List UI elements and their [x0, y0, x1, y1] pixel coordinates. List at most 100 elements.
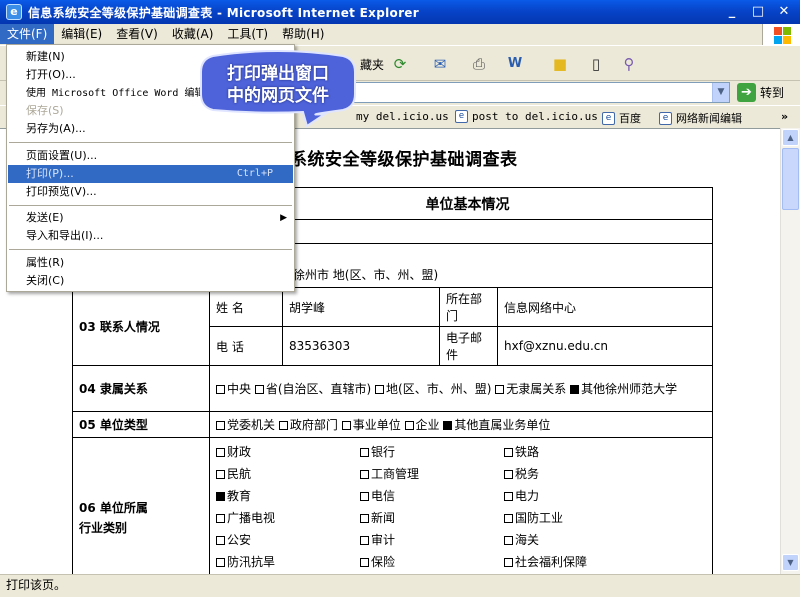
print-icon[interactable]: ⎙ [467, 52, 491, 76]
industry-option: 铁路 [504, 443, 648, 460]
affiliation-option: 其他徐州师范大学 [570, 382, 677, 396]
menu-separator [9, 142, 292, 143]
status-bar: 打印该页。 [0, 574, 800, 597]
go-label: 转到 [760, 86, 785, 100]
maximize-button[interactable]: □ [748, 3, 768, 21]
checkbox-icon [360, 558, 369, 567]
minimize-button[interactable]: _ [722, 3, 742, 21]
industry-option: 教育 [216, 487, 360, 504]
windows-logo-icon [762, 24, 800, 46]
affiliation-options: 中央 省(自治区、直辖市) 地(区、市、州、盟) 无隶属关系 其他徐州师范大学 [208, 365, 714, 412]
checkbox-icon [504, 448, 513, 457]
checkbox-icon [504, 558, 513, 567]
address-dropdown-icon[interactable]: ▼ [712, 83, 729, 102]
industry-options: 财政 银行 铁路 民航 工商管理 税务 教育 电信 电力 广播电视 新闻 国防工… [208, 437, 714, 574]
checkbox-icon [495, 384, 505, 394]
menu-item-send[interactable]: 发送(E) ▶ [8, 209, 293, 227]
unit-type-option: 党委机关 [216, 418, 275, 432]
checkbox-icon [504, 470, 513, 479]
page-icon: e [455, 110, 468, 123]
callout-text: 打印弹出窗口 中的网页文件 [227, 64, 329, 106]
menu-item-print[interactable]: 打印(P)... Ctrl+P [8, 165, 293, 183]
industry-option: 税务 [504, 465, 648, 482]
affiliation-option: 地(区、市、州、盟) [375, 382, 491, 396]
vertical-scrollbar[interactable]: ▲ ▼ [780, 128, 800, 574]
checkbox-icon [360, 536, 369, 545]
menu-help[interactable]: 帮助(H) [275, 24, 331, 44]
mail-icon[interactable]: ✉ [428, 52, 452, 76]
menu-item-page-setup[interactable]: 页面设置(U)... [8, 147, 293, 165]
page-icon: e [602, 111, 615, 125]
go-arrow-icon: ➔ [737, 83, 756, 102]
unit-type-option: 事业单位 [341, 418, 401, 432]
industry-option: 保险 [360, 553, 504, 570]
email-label: 电子邮件 [439, 326, 498, 366]
history-icon[interactable]: ⟳ [388, 52, 412, 76]
industry-option: 银行 [360, 443, 504, 460]
favorites-label[interactable]: 藏夹 [360, 56, 384, 73]
scroll-up-icon[interactable]: ▲ [782, 129, 799, 146]
address-input[interactable]: ▼ [296, 82, 730, 103]
industry-option: 财政 [216, 443, 360, 460]
checkbox-icon [504, 536, 513, 545]
scroll-down-icon[interactable]: ▼ [782, 554, 799, 571]
messenger-icon[interactable]: ▯ [584, 52, 608, 76]
checkbox-icon [216, 384, 225, 394]
dept-value: 信息网络中心 [496, 287, 714, 327]
checkbox-icon [504, 514, 513, 523]
page-icon: e [659, 111, 672, 125]
menu-file[interactable]: 文件(F) [0, 24, 55, 44]
note-icon[interactable]: ■ [548, 52, 572, 76]
menu-tools[interactable]: 工具(T) [220, 24, 275, 44]
link-baidu[interactable]: e 百度 [602, 110, 641, 126]
unit-type-option: 政府部门 [278, 418, 338, 432]
checkbox-icon [360, 448, 369, 457]
industry-option: 广播电视 [216, 509, 360, 526]
dept-label: 所在部门 [439, 287, 498, 327]
industry-option: 电力 [504, 487, 648, 504]
industry-option: 审计 [360, 531, 504, 548]
checkbox-icon [360, 470, 369, 479]
checkbox-icon [216, 558, 225, 567]
research-icon[interactable]: ⚲ [617, 52, 641, 76]
close-button[interactable]: ✕ [774, 3, 794, 21]
checkbox-icon [404, 421, 414, 430]
menu-separator [9, 249, 292, 250]
title-bar: e 信息系统安全等级保护基础调查表 - Microsoft Internet E… [0, 0, 800, 24]
checkbox-icon [278, 421, 288, 430]
checkbox-icon [360, 492, 369, 501]
unit-type-option: 企业 [404, 418, 440, 432]
links-more-icon[interactable]: » [781, 110, 788, 123]
industry-option: 工商管理 [360, 465, 504, 482]
menu-favorites[interactable]: 收藏(A) [165, 24, 221, 44]
link-my-delicious[interactable]: my del.icio.us [356, 110, 449, 123]
industry-option: 电信 [360, 487, 504, 504]
email-value: hxf@xznu.edu.cn [496, 326, 714, 366]
checkbox-icon [360, 514, 369, 523]
word-edit-icon[interactable]: W [503, 52, 527, 76]
menu-item-close[interactable]: 关闭(C) [8, 272, 293, 290]
scroll-thumb[interactable] [782, 148, 799, 210]
link-news-edit[interactable]: e 网络新闻编辑 [659, 110, 742, 126]
link-post-delicious[interactable]: e post to del.icio.us [455, 110, 598, 123]
checkbox-icon [341, 421, 351, 430]
name-value: 胡学峰 [282, 287, 440, 327]
menu-edit[interactable]: 编辑(E) [54, 24, 109, 44]
menu-item-import-export[interactable]: 导入和导出(I)... [8, 227, 293, 245]
menu-item-print-preview[interactable]: 打印预览(V)... [8, 183, 293, 201]
submenu-arrow-icon: ▶ [280, 213, 287, 223]
checkbox-icon [443, 421, 453, 430]
industry-option: 海关 [504, 531, 648, 548]
contact-label: 03 联系人情况 [72, 287, 210, 366]
affiliation-label: 04 隶属关系 [72, 365, 210, 412]
name-label: 姓 名 [209, 287, 283, 327]
go-button[interactable]: ➔ 转到 [737, 83, 784, 102]
affiliation-option: 无隶属关系 [495, 382, 566, 396]
status-text: 打印该页。 [6, 578, 67, 592]
menu-separator [9, 205, 292, 206]
menu-view[interactable]: 查看(V) [109, 24, 165, 44]
checkbox-icon [216, 492, 225, 501]
unit-type-label: 05 单位类型 [72, 411, 210, 438]
menu-item-properties[interactable]: 属性(R) [8, 254, 293, 272]
industry-option: 民航 [216, 465, 360, 482]
